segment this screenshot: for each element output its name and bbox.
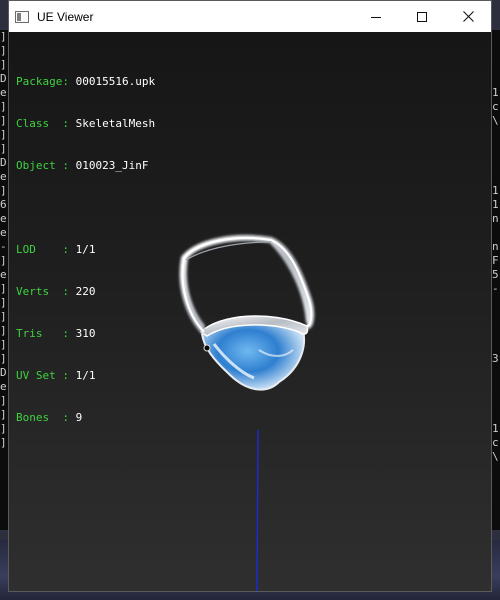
console-char: [492, 30, 500, 44]
console-char: 3: [492, 352, 499, 365]
console-char: n: [492, 212, 499, 225]
console-char: [492, 156, 500, 170]
ue-viewer-window: UE Viewer Package: 00015516.upk Class: …: [8, 0, 492, 592]
console-char: -: [492, 282, 499, 295]
console-char: [492, 58, 500, 72]
3d-viewport[interactable]: Package: 00015516.upk Class : SkeletalMe…: [9, 32, 491, 591]
console-char: [492, 128, 500, 142]
console-char: c: [492, 436, 499, 449]
mesh-render: [179, 235, 315, 591]
background-console-right: 1 c \ 11n nF5- 3 1 c \: [492, 30, 500, 530]
console-char: [492, 142, 500, 156]
axis-line: [256, 429, 259, 591]
console-char: n: [492, 240, 499, 253]
console-char: [492, 324, 500, 338]
console-char: [492, 170, 500, 184]
close-button[interactable]: [445, 1, 491, 32]
console-char: 1: [492, 184, 499, 197]
console-char: c: [492, 100, 499, 113]
console-char: \: [492, 114, 499, 127]
close-icon: [462, 11, 474, 22]
console-char: [492, 226, 500, 240]
console-char: [492, 380, 500, 394]
minimize-icon: [371, 16, 381, 18]
window-title: UE Viewer: [37, 9, 94, 24]
console-char: [492, 72, 500, 86]
console-char: [492, 366, 500, 380]
minimize-button[interactable]: [353, 1, 399, 32]
console-char: 1: [492, 198, 499, 211]
console-char: 1: [492, 86, 499, 99]
console-char: 1: [492, 422, 499, 435]
console-char: \: [492, 450, 499, 463]
console-char: [492, 310, 500, 324]
console-char: [492, 408, 500, 422]
console-char: [492, 44, 500, 58]
console-char: 5: [492, 268, 499, 281]
maximize-icon: [417, 11, 427, 22]
console-char: [492, 394, 500, 408]
app-icon: [15, 10, 29, 23]
maximize-button[interactable]: [399, 1, 445, 32]
console-char: [492, 296, 500, 310]
window-controls: [353, 1, 491, 32]
console-char: F: [492, 254, 499, 267]
title-bar[interactable]: UE Viewer: [9, 1, 491, 32]
console-char: [492, 338, 500, 352]
